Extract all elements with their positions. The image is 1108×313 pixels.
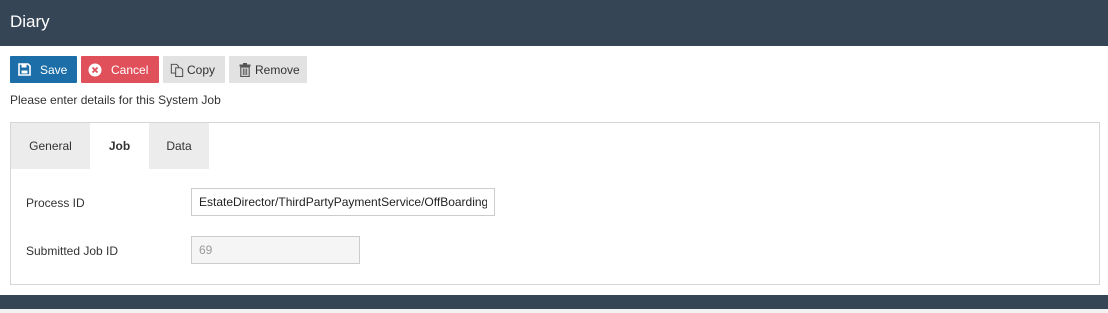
process-id-field[interactable] [191,188,495,216]
trash-icon [239,62,251,77]
save-button-label: Save [40,62,68,77]
cancel-button-label: Cancel [111,62,149,77]
instructions-text: Please enter details for this System Job [10,93,221,107]
footer-strip [0,309,1108,313]
save-button[interactable]: Save [10,56,77,83]
floppy-disk-icon [17,63,31,77]
submitted-job-id-label: Submitted Job ID [26,244,119,258]
page-title: Diary [10,12,50,31]
tab-bar: General Job Data [11,123,209,169]
tab-job[interactable]: Job [90,123,149,169]
remove-button-label: Remove [255,62,300,77]
copy-button-label: Copy [187,62,216,77]
job-details-panel: General Job Data Process ID Submitted Jo… [10,122,1100,285]
footer-bar [0,295,1108,313]
copy-button[interactable]: Copy [163,56,225,83]
submitted-job-id-field [191,236,360,264]
cancel-button[interactable]: Cancel [81,56,159,83]
tab-general[interactable]: General [11,123,90,169]
remove-button[interactable]: Remove [229,56,307,83]
tab-data[interactable]: Data [149,123,209,169]
toolbar: Save Cancel Copy Remove [10,56,307,83]
process-id-label: Process ID [26,196,85,210]
close-circle-icon [88,63,102,77]
copy-icon [170,63,184,77]
app-header: Diary [0,0,1108,46]
